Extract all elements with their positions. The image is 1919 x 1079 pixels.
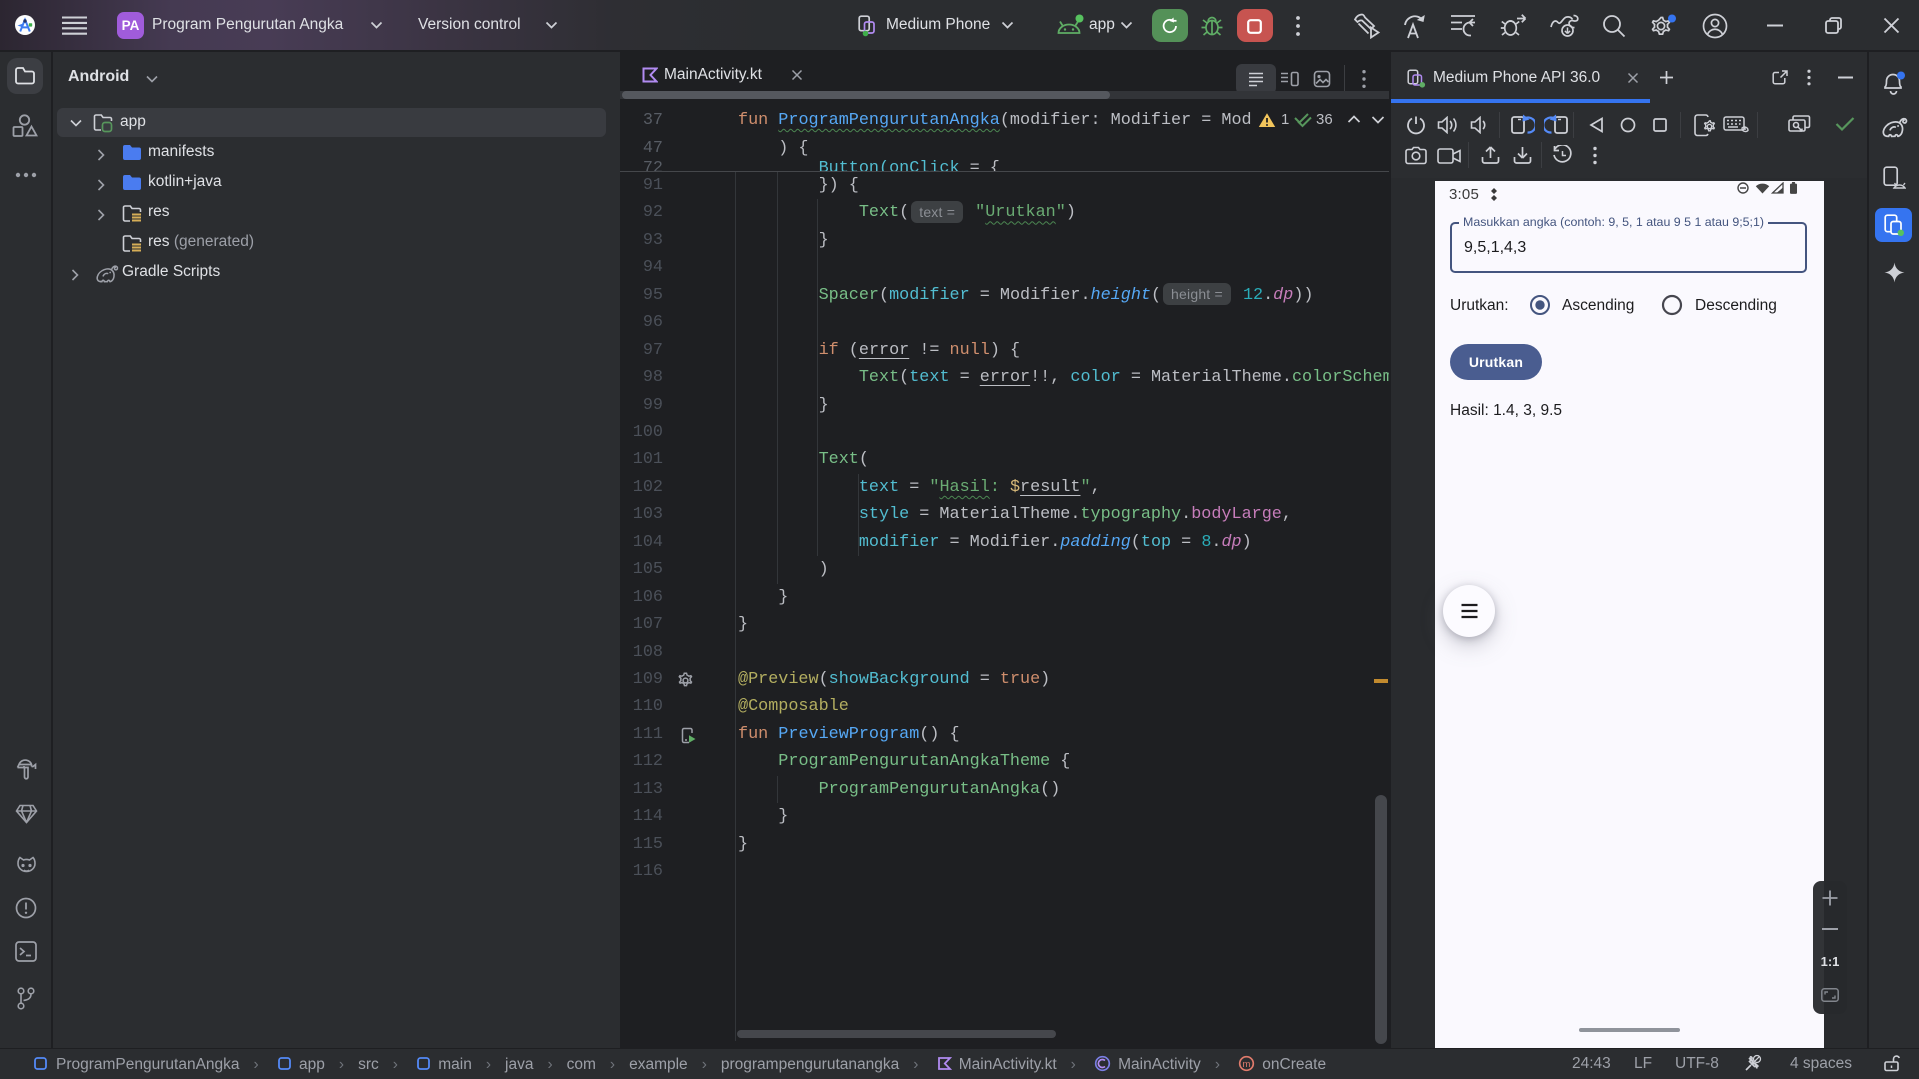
svg-text:m: m [1243, 1059, 1251, 1070]
